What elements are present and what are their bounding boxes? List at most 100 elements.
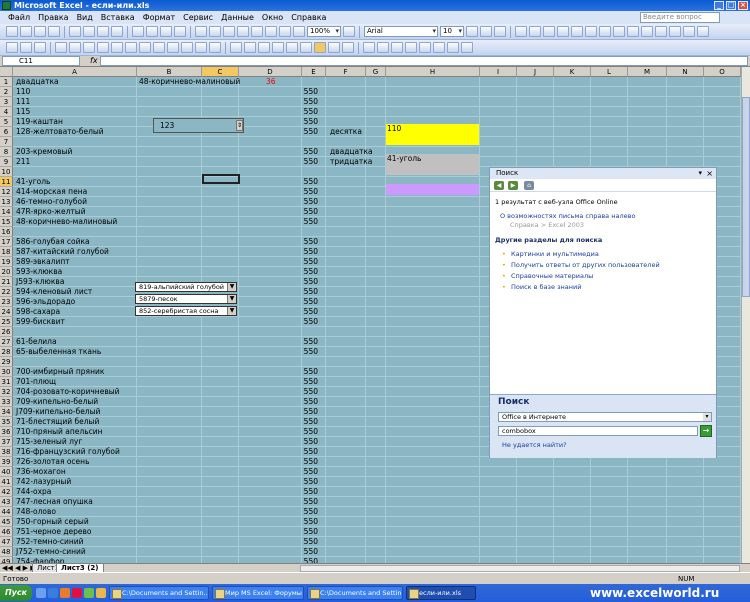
new-icon[interactable] xyxy=(6,26,18,37)
task-excel[interactable]: если-или.xls xyxy=(406,586,476,600)
form-button-icon[interactable] xyxy=(258,42,270,53)
scroll-thumb[interactable] xyxy=(742,97,750,297)
form-option-icon[interactable] xyxy=(286,42,298,53)
cell-e9[interactable]: 550 xyxy=(302,157,318,167)
form-listbox-icon[interactable] xyxy=(300,42,312,53)
formula-input[interactable] xyxy=(100,56,748,66)
zoom-select[interactable]: 100% xyxy=(307,26,341,37)
opera-icon[interactable] xyxy=(72,588,82,598)
cell-a8[interactable]: 203-кремовый xyxy=(16,147,72,157)
cell-b1[interactable]: 48-коричнево-малиновый xyxy=(139,77,240,87)
column-header[interactable]: M xyxy=(628,67,667,77)
spin-control[interactable]: 123 ⇕ xyxy=(153,118,244,133)
forward-icon[interactable]: ▶ xyxy=(508,181,518,190)
cell-a40[interactable]: 736-мохагон xyxy=(16,467,66,477)
row-header[interactable]: 16 xyxy=(0,227,13,237)
percent-icon[interactable] xyxy=(585,26,597,37)
row-header[interactable]: 24 xyxy=(0,307,13,317)
cell-a4[interactable]: 115 xyxy=(16,107,30,117)
cell-a45[interactable]: 750-горный серый xyxy=(16,517,89,527)
maximize-icon[interactable]: □ xyxy=(726,1,736,10)
cell-a11[interactable]: 41-уголь xyxy=(16,177,50,187)
row-header[interactable]: 19 xyxy=(0,257,13,267)
row-header[interactable]: 33 xyxy=(0,397,13,407)
start-button[interactable]: Пуск xyxy=(0,585,32,601)
bold-icon[interactable] xyxy=(466,26,478,37)
cell-e14[interactable]: 550 xyxy=(302,207,318,217)
toggle-button-icon[interactable] xyxy=(139,42,151,53)
combo-control-1[interactable]: 819-альпийский голубой ▼ xyxy=(135,282,237,292)
merge-center-icon[interactable] xyxy=(557,26,569,37)
row-header[interactable]: 22 xyxy=(0,287,13,297)
form-checkbox-icon[interactable] xyxy=(272,42,284,53)
cell-e48[interactable]: 550 xyxy=(302,547,318,557)
row-header[interactable]: 15 xyxy=(0,217,13,227)
row-header[interactable]: 25 xyxy=(0,317,13,327)
underline-icon[interactable] xyxy=(494,26,506,37)
cell-a24[interactable]: 598-сахара xyxy=(16,307,60,317)
open-icon[interactable] xyxy=(20,26,32,37)
wordart-icon[interactable] xyxy=(433,42,445,53)
horizontal-scrollbar[interactable] xyxy=(300,565,740,572)
row-header[interactable]: 47 xyxy=(0,537,13,547)
cell-e31[interactable]: 550 xyxy=(302,377,318,387)
row-header[interactable]: 44 xyxy=(0,507,13,517)
cell-a6[interactable]: 128-желтовато-белый xyxy=(16,127,104,137)
row-header[interactable]: 18 xyxy=(0,247,13,257)
row-header[interactable]: 10 xyxy=(0,167,13,177)
row-header[interactable]: 17 xyxy=(0,237,13,247)
app-icon[interactable] xyxy=(84,588,94,598)
undo-icon[interactable] xyxy=(195,26,207,37)
font-size-select[interactable]: 10 xyxy=(440,26,464,37)
vertical-scrollbar[interactable] xyxy=(741,67,750,563)
cant-find-link[interactable]: Не удается найти? xyxy=(502,441,567,450)
row-header[interactable]: 6 xyxy=(0,127,13,137)
cell-a41[interactable]: 742-лазурный xyxy=(16,477,71,487)
cell-a31[interactable]: 701-плющ xyxy=(16,377,56,387)
cell-a23[interactable]: 596-эльдорадо xyxy=(16,297,75,307)
cell-a33[interactable]: 709-кипельно-белый xyxy=(16,397,98,407)
cell-e36[interactable]: 550 xyxy=(302,427,318,437)
row-header[interactable]: 36 xyxy=(0,427,13,437)
cell-e6[interactable]: 550 xyxy=(302,127,318,137)
result-link[interactable]: О возможностях письма справа налево xyxy=(500,212,635,221)
column-header[interactable]: N xyxy=(667,67,704,77)
form-label-icon[interactable] xyxy=(230,42,242,53)
cell-e40[interactable]: 550 xyxy=(302,467,318,477)
folder-icon[interactable] xyxy=(96,588,106,598)
cut-icon[interactable] xyxy=(132,26,144,37)
home-icon[interactable]: ⌂ xyxy=(524,181,534,190)
cell-h9[interactable]: 41-уголь xyxy=(386,154,479,175)
column-header[interactable]: J xyxy=(517,67,554,77)
row-header[interactable]: 23 xyxy=(0,297,13,307)
cell-e11[interactable]: 550 xyxy=(302,177,318,187)
copy-icon[interactable] xyxy=(146,26,158,37)
cell-e1[interactable] xyxy=(302,77,318,87)
cell-a47[interactable]: 752-темно-синий xyxy=(16,537,84,547)
row-header[interactable]: 12 xyxy=(0,187,13,197)
picture-icon[interactable] xyxy=(461,42,473,53)
cell-a12[interactable]: 414-морская пена xyxy=(16,187,87,197)
cell-e27[interactable]: 550 xyxy=(302,337,318,347)
menu-help[interactable]: Справка xyxy=(287,11,330,24)
cell-a17[interactable]: 586-голубая сойка xyxy=(16,237,90,247)
column-header[interactable]: E xyxy=(302,67,326,77)
italic-icon[interactable] xyxy=(480,26,492,37)
more-controls-icon[interactable] xyxy=(209,42,221,53)
currency-icon[interactable] xyxy=(571,26,583,37)
draw-oval-icon[interactable] xyxy=(405,42,417,53)
spelling-icon[interactable] xyxy=(97,26,109,37)
row-header[interactable]: 46 xyxy=(0,527,13,537)
font-color-icon[interactable] xyxy=(697,26,709,37)
align-left-icon[interactable] xyxy=(515,26,527,37)
combo-control-3[interactable]: 852-серебристая сосна ▼ xyxy=(135,306,237,316)
cell-a14[interactable]: 47R-ярко-желтый xyxy=(16,207,86,217)
column-header[interactable]: K xyxy=(554,67,591,77)
cell-e4[interactable]: 550 xyxy=(302,107,318,117)
format-painter-icon[interactable] xyxy=(174,26,186,37)
cell-d1[interactable]: 36 xyxy=(266,77,276,87)
align-center-icon[interactable] xyxy=(529,26,541,37)
column-header[interactable]: C xyxy=(202,67,239,77)
column-header[interactable]: L xyxy=(591,67,628,77)
cell-a1[interactable]: двадцатка xyxy=(16,77,59,87)
